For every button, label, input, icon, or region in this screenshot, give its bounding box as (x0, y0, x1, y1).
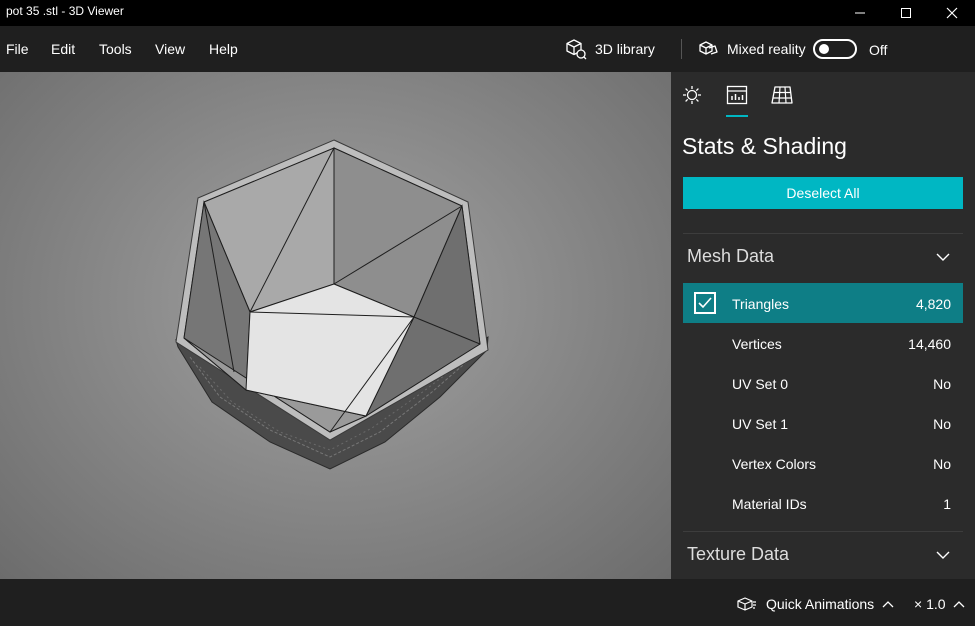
animation-icon (737, 597, 756, 611)
grid-icon (771, 86, 793, 104)
stat-value: No (933, 376, 951, 392)
stat-row-vertices[interactable]: Vertices 14,460 (683, 323, 963, 363)
minimize-icon (855, 12, 865, 14)
divider (683, 531, 963, 532)
menu-divider (681, 39, 682, 59)
menu-help[interactable]: Help (209, 41, 238, 57)
3d-viewport[interactable] (0, 72, 671, 579)
close-icon (946, 7, 958, 19)
deselect-all-button[interactable]: Deselect All (683, 177, 963, 209)
menu-tools[interactable]: Tools (99, 41, 132, 57)
mixed-reality-button[interactable]: Mixed reality (697, 37, 806, 61)
menu-file[interactable]: File (6, 41, 29, 57)
mesh-data-header[interactable]: Mesh Data (671, 241, 975, 273)
lighting-icon (683, 86, 701, 104)
minimize-button[interactable] (837, 0, 883, 26)
window-title: pot 35 .stl - 3D Viewer (6, 4, 124, 18)
tab-grid[interactable] (770, 84, 794, 106)
stat-label: Triangles (732, 296, 790, 312)
tab-stats[interactable] (725, 84, 749, 106)
title-bar: pot 35 .stl - 3D Viewer (0, 0, 975, 26)
mixed-reality-label: Mixed reality (727, 41, 806, 57)
quick-animations-label: Quick Animations (766, 596, 875, 612)
triangles-checkbox[interactable] (694, 292, 716, 314)
chevron-down-icon (936, 551, 950, 559)
active-tab-indicator (726, 115, 748, 117)
stat-label: UV Set 0 (732, 376, 789, 392)
maximize-button[interactable] (883, 0, 929, 26)
stat-value: No (933, 456, 951, 472)
chevron-up-icon (953, 601, 964, 608)
divider (683, 233, 963, 234)
stats-icon (726, 85, 748, 105)
stat-row-uv-set-0[interactable]: UV Set 0 No (683, 363, 963, 403)
mixed-reality-state: Off (869, 42, 888, 58)
stat-value: No (933, 416, 951, 432)
maximize-icon (901, 8, 911, 18)
stat-value: 1 (943, 496, 951, 512)
animation-speed-button[interactable]: × 1.0 (914, 595, 965, 613)
stat-value: 14,460 (908, 336, 951, 352)
stat-row-material-ids[interactable]: Material IDs 1 (683, 483, 963, 523)
stats-panel: Stats & Shading Deselect All Mesh Data T… (671, 72, 975, 579)
speed-label: × 1.0 (914, 596, 946, 612)
3d-library-label: 3D library (595, 41, 655, 57)
stat-label: UV Set 1 (732, 416, 789, 432)
menu-view[interactable]: View (155, 41, 185, 57)
stat-row-vertex-colors[interactable]: Vertex Colors No (683, 443, 963, 483)
mixed-reality-icon (699, 41, 718, 55)
chevron-down-icon (936, 253, 950, 261)
stat-row-uv-set-1[interactable]: UV Set 1 No (683, 403, 963, 443)
cube-icon (566, 39, 587, 60)
texture-data-label: Texture Data (687, 544, 790, 564)
stat-value: 4,820 (915, 296, 951, 312)
stat-label: Vertices (732, 336, 782, 352)
texture-data-header[interactable]: Texture Data (671, 539, 975, 571)
pot-model (175, 139, 489, 470)
3d-library-button[interactable]: 3D library (565, 37, 655, 61)
stat-row-triangles[interactable]: Triangles 4,820 (683, 283, 963, 323)
panel-title: Stats & Shading (682, 133, 847, 159)
close-button[interactable] (929, 0, 975, 26)
tab-lighting[interactable] (680, 84, 704, 106)
mixed-reality-toggle[interactable] (813, 39, 857, 59)
stat-label: Vertex Colors (732, 456, 817, 472)
checkmark-icon (698, 297, 712, 309)
chevron-up-icon (882, 601, 894, 608)
quick-animations-button[interactable]: Quick Animations (737, 595, 894, 613)
toggle-knob (819, 44, 829, 54)
stat-label: Material IDs (732, 496, 807, 512)
mesh-data-label: Mesh Data (687, 246, 775, 266)
menu-edit[interactable]: Edit (51, 41, 75, 57)
